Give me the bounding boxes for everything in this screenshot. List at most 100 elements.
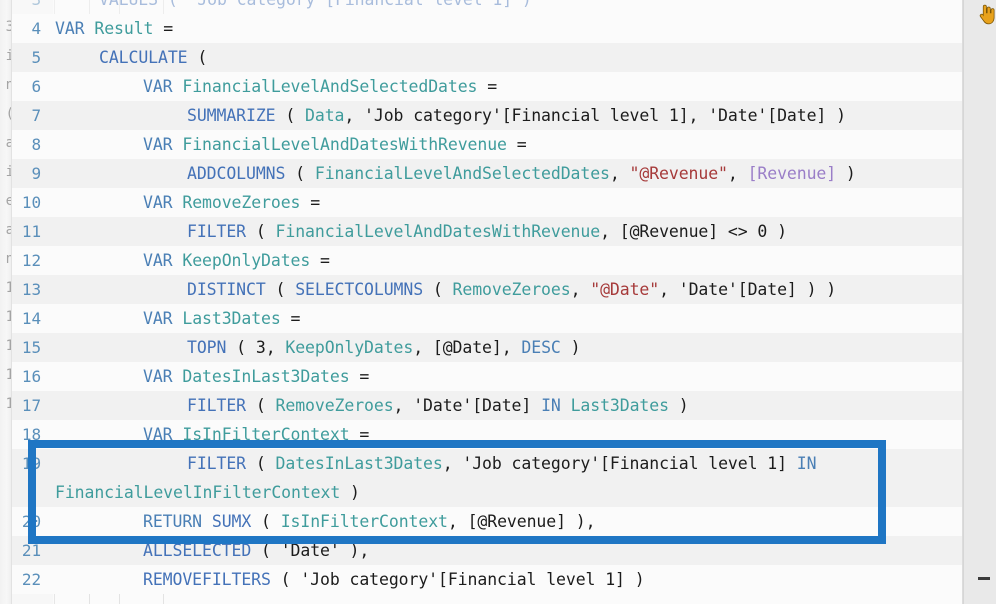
code-text: ADDCOLUMNS ( FinancialLevelAndSelectedDa… [47,159,856,188]
code-token-txt: , [265,338,286,357]
code-line[interactable]: 9 ADDCOLUMNS ( FinancialLevelAndSelectedD… [11,159,963,188]
code-line[interactable]: 22 REMOVEFILTERS ( 'Job category'[Financi… [11,565,963,594]
code-line[interactable]: 15 TOPN ( 3, KeepOnlyDates, [@Date], DESC… [11,333,963,362]
code-token-fn: FILTER [187,454,247,473]
code-token-fn: TOPN [187,338,227,357]
code-line[interactable]: 11 FILTER ( FinancialLevelAndDatesWithRev… [11,217,963,246]
sliver-glyph: 1 [0,396,11,412]
code-token-kw: VAR [143,367,173,386]
code-token-var: IsInFilterContext [280,512,448,531]
code-line[interactable]: 16 VAR DatesInLast3Dates = [11,362,963,391]
code-line[interactable]: 10 VAR RemoveZeroes = [11,188,963,217]
code-token-txt: = [153,19,183,38]
code-line[interactable]: 14 VAR Last3Dates = [11,304,963,333]
line-number: 7 [31,106,41,125]
code-token-txt: ) [836,164,856,183]
code-text: CALCULATE ( [47,43,207,72]
code-token-var: RemoveZeroes [182,193,301,212]
code-token-txt: , [609,164,630,183]
sliver-glyph: i [0,164,11,180]
code-token-fn: REMOVEFILTERS [143,570,271,589]
code-line[interactable]: 8 VAR FinancialLevelAndDatesWithRevenue = [11,130,963,159]
code-token-var: FinancialLevelAndDatesWithRevenue [275,222,601,241]
code-token-txt: ( [187,48,208,67]
dax-formula-editor-screenshot: 3in(aiean11111 3VALUES ( 'Job category'[… [0,0,996,604]
line-number: 9 [31,164,41,183]
collapse-handle[interactable] [978,577,990,580]
adjacent-panel-sliver: 3in(aiean11111 [0,0,12,604]
code-token-txt: = [349,367,370,386]
code-token-var: FinancialLevelInFilterContext [55,483,341,502]
code-token-kw: IN [541,396,561,415]
code-line[interactable]: 4 VAR Result = [11,14,963,43]
code-token-txt: ( [423,280,453,299]
line-number: 18 [21,425,41,444]
code-token-txt: ( [251,512,281,531]
sliver-glyph: n [0,77,11,93]
code-line[interactable]: 19 FILTER ( DatesInLast3Dates, 'Job categ… [11,449,963,478]
code-token-var: Data [305,106,345,125]
code-text: FILTER ( DatesInLast3Dates, 'Job categor… [47,449,817,478]
line-number: 10 [21,193,41,212]
code-editor[interactable]: 3VALUES ( 'Job category'[Financial level… [11,0,963,604]
code-text: VAR Last3Dates = [47,304,300,333]
line-number: 15 [21,338,41,357]
code-line[interactable]: 7 SUMMARIZE ( Data, 'Job category'[Financ… [11,101,963,130]
code-token-txt: , 'Date'[Date] ) ) [659,280,837,299]
code-lines-container[interactable]: 3VALUES ( 'Job category'[Financial level… [11,0,963,604]
code-line-clipped: 3VALUES ( 'Job category'[Financial level… [11,0,963,14]
code-token-fn: ALLSELECTED [143,541,252,560]
line-number: 20 [21,512,41,531]
code-token-fn: SUMMARIZE [187,106,276,125]
line-number: 14 [21,309,41,328]
code-token-kw: VAR [143,77,173,96]
code-token-numl: 0 [757,222,768,241]
code-token-txt: , [727,164,748,183]
code-token-fn: FILTER [187,396,247,415]
code-line[interactable]: 6 VAR FinancialLevelAndSelectedDates = [11,72,963,101]
code-token-kw: VAR [143,251,173,270]
code-token-str: "@Date" [590,280,660,299]
code-line[interactable]: 12 VAR KeepOnlyDates = [11,246,963,275]
code-token-var: Last3Dates [570,396,669,415]
code-token-txt: , 'Date'[Date] [393,396,542,415]
code-token-kw: VAR [55,19,85,38]
code-line[interactable]: 18 VAR IsInFilterContext = [11,420,963,449]
code-token-var: FinancialLevelAndSelectedDates [314,164,610,183]
code-line[interactable]: 5 CALCULATE ( [11,43,963,72]
code-line[interactable]: 13 DISTINCT ( SELECTCOLUMNS ( RemoveZeroe… [11,275,963,304]
line-number: 3 [11,0,47,14]
code-token-var: Last3Dates [182,309,281,328]
code-token-var: KeepOnlyDates [182,251,311,270]
code-token-var: IsInFilterContext [182,425,350,444]
code-token-kw: VAR [143,309,173,328]
code-text: VAR FinancialLevelAndDatesWithRevenue = [47,130,527,159]
code-token-fn: ADDCOLUMNS [187,164,286,183]
code-line[interactable]: 17 FILTER ( RemoveZeroes, 'Date'[Date] IN… [11,391,963,420]
code-text: VAR RemoveZeroes = [47,188,320,217]
code-token-txt: = [477,77,498,96]
code-text: FILTER ( FinancialLevelAndDatesWithReven… [47,217,787,246]
right-margin-divider [963,0,964,604]
sliver-glyph: 1 [0,309,11,325]
sliver-glyph: 3 [0,19,11,35]
code-text: DISTINCT ( SELECTCOLUMNS ( RemoveZeroes,… [47,275,836,304]
code-token-var: DatesInLast3Dates [275,454,443,473]
code-line[interactable]: FinancialLevelInFilterContext ) [11,478,963,507]
sliver-glyph: n [0,251,11,267]
code-text: REMOVEFILTERS ( 'Job category'[Financial… [47,565,645,594]
line-number: 21 [21,541,41,560]
code-token-var: RemoveZeroes [275,396,394,415]
code-line[interactable]: 20 RETURN SUMX ( IsInFilterContext, [@Rev… [11,507,963,536]
code-token-txt: ( [226,338,256,357]
code-token-meas: [Revenue] [747,164,837,183]
code-token-txt: = [506,135,527,154]
code-line[interactable]: 21 ALLSELECTED ( 'Date' ), [11,536,963,565]
code-text: FILTER ( RemoveZeroes, 'Date'[Date] IN L… [47,391,689,420]
line-number: 6 [31,77,41,96]
code-token-txt: ) [668,396,689,415]
